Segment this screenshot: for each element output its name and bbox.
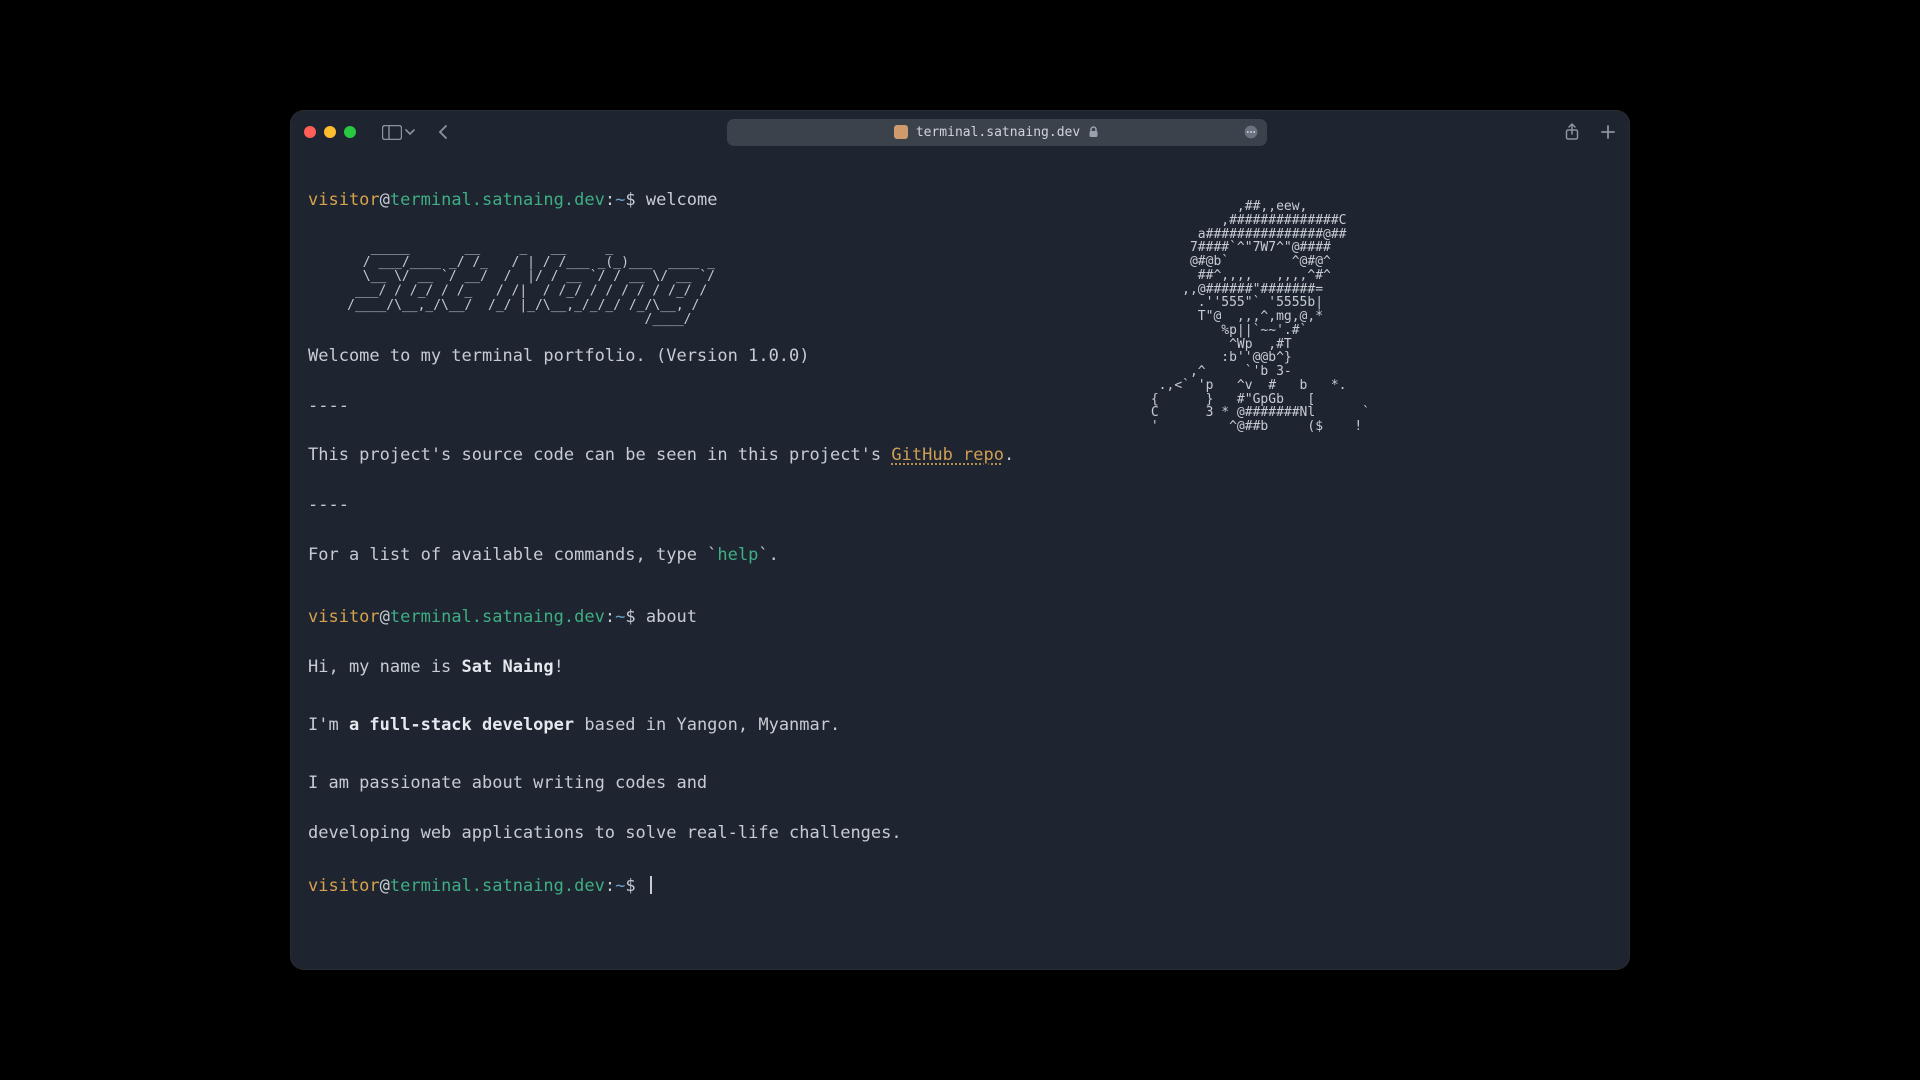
ascii-logo: _____ __ _ __ _ / ___/____ _/ /_ / | / /… [308,241,715,327]
close-window-button[interactable] [304,126,316,138]
about-role-line: I'm a full-stack developer based in Yang… [308,714,1612,737]
prompt-line: visitor@terminal.satnaing.dev:~$ about [308,606,1612,629]
back-button[interactable] [437,124,449,140]
traffic-lights [304,126,356,138]
reader-mode-icon[interactable] [1243,124,1259,140]
github-repo-link[interactable]: GitHub repo [891,445,1004,465]
minimize-window-button[interactable] [324,126,336,138]
command-text: about [646,607,697,627]
about-name-line: Hi, my name is Sat Naing! [308,656,1612,679]
prompt-host: terminal.satnaing.dev [390,190,605,210]
ascii-portrait: ,##,,eew, ,##############C a############… [1151,200,1370,434]
help-hint-line: For a list of available commands, type `… [308,544,1612,567]
address-bar-text: terminal.satnaing.dev [916,125,1080,140]
browser-window: terminal.satnaing.dev visitor@terminal.s… [290,110,1630,970]
site-favicon [894,125,908,139]
command-text: welcome [646,190,718,210]
input-cursor[interactable] [650,876,652,894]
prompt-user: visitor [308,190,380,210]
source-line: This project's source code can be seen i… [308,444,1612,467]
lock-icon [1088,126,1099,138]
browser-toolbar: terminal.satnaing.dev [290,110,1630,154]
prompt-line-active: visitor@terminal.satnaing.dev:~$ [308,875,1612,898]
help-command: help [717,545,758,565]
chevron-down-icon [405,127,415,137]
new-tab-button[interactable] [1600,123,1616,141]
welcome-line: Welcome to my terminal portfolio. (Versi… [308,345,1612,368]
prompt-line: visitor@terminal.satnaing.dev:~$ welcome [308,189,1612,212]
address-bar[interactable]: terminal.satnaing.dev [727,119,1267,146]
share-button[interactable] [1564,123,1580,141]
maximize-window-button[interactable] [344,126,356,138]
sidebar-toggle-button[interactable] [382,125,415,140]
terminal-viewport[interactable]: visitor@terminal.satnaing.dev:~$ welcome… [290,154,1630,970]
